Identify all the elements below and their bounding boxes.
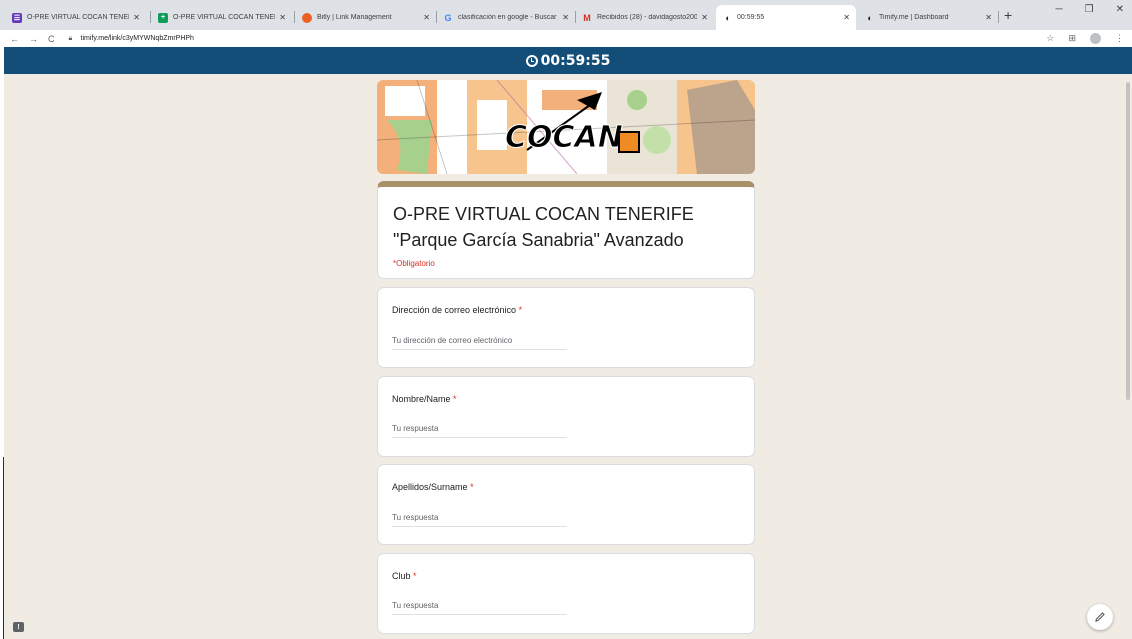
- form-header-banner: COCAN: [377, 80, 755, 174]
- browser-tab-5[interactable]: M Recibidos (28) - davidagosto200 ✕: [576, 5, 714, 30]
- timify-icon: ◖: [866, 12, 872, 23]
- clock-icon: [525, 54, 538, 67]
- timify-icon: ◖: [724, 12, 730, 23]
- browser-tab-7[interactable]: ◖ Timify.me | Dashboard ✕: [858, 5, 998, 30]
- close-icon[interactable]: ✕: [279, 13, 286, 22]
- tab-title: 00:59:55: [737, 14, 765, 21]
- browser-tab-strip: ☰ O-PRE VIRTUAL COCAN TENERIFE ✕ + O-PRE…: [0, 0, 1132, 30]
- question-label: Dirección de correo electrónico *: [392, 305, 522, 315]
- required-star: *: [453, 394, 457, 404]
- tab-title: O-PRE VIRTUAL COCAN TENERIFE: [27, 14, 129, 21]
- tab-separator: [294, 11, 295, 23]
- browser-tab-6-active[interactable]: ◖ 00:59:55 ✕: [716, 5, 856, 30]
- browser-tab-4[interactable]: G clasificación en google - Buscar ✕: [437, 5, 575, 30]
- question-label: Apellidos/Surname *: [392, 482, 474, 492]
- google-forms-icon: ☰: [12, 12, 22, 23]
- question-label-text: Nombre/Name: [392, 394, 451, 404]
- extensions-icon[interactable]: ⊞: [1068, 33, 1076, 44]
- required-star: *: [518, 305, 523, 315]
- cocan-logo-text: COCAN: [505, 120, 623, 155]
- tab-title: clasificación en google - Buscar: [458, 14, 557, 21]
- window-edge-line: [3, 457, 4, 639]
- pencil-icon: [1095, 612, 1105, 622]
- required-star: *: [470, 482, 474, 492]
- required-star: *: [413, 571, 417, 581]
- url-text: timify.me/link/c3yMYWNqbZmrPHPh: [80, 35, 194, 42]
- question-label: Club *: [392, 571, 417, 581]
- orienteering-map-image: COCAN: [377, 80, 755, 174]
- email-field[interactable]: Tu dirección de correo electrónico: [392, 336, 567, 350]
- close-icon[interactable]: ✕: [985, 13, 992, 22]
- bookmark-star-icon[interactable]: ☆: [1046, 33, 1054, 44]
- bitly-icon: [302, 12, 312, 23]
- browser-tab-2[interactable]: + O-PRE VIRTUAL COCAN TENERIFE ✕: [152, 5, 292, 30]
- profile-avatar-icon[interactable]: [1090, 33, 1101, 44]
- question-card-club: Club * Tu respuesta: [377, 553, 755, 634]
- surname-field[interactable]: Tu respuesta: [392, 513, 567, 527]
- google-sheets-icon: +: [158, 12, 168, 23]
- question-card-name: Nombre/Name * Tu respuesta: [377, 376, 755, 457]
- tab-title: Bitly | Link Management: [317, 14, 392, 21]
- feedback-icon[interactable]: !: [13, 622, 24, 632]
- forward-icon[interactable]: →: [29, 34, 38, 44]
- name-field[interactable]: Tu respuesta: [392, 424, 567, 438]
- reload-icon[interactable]: C: [48, 34, 55, 44]
- tab-title: Recibidos (28) - davidagosto200: [597, 14, 698, 21]
- new-tab-button[interactable]: +: [1004, 7, 1012, 23]
- form-title-card: O-PRE VIRTUAL COCAN TENERIFE "Parque Gar…: [377, 181, 755, 279]
- back-icon[interactable]: ←: [10, 34, 19, 44]
- close-icon[interactable]: ✕: [562, 13, 569, 22]
- browser-tab-1[interactable]: ☰ O-PRE VIRTUAL COCAN TENERIFE ✕: [6, 5, 146, 30]
- question-label-text: Club: [392, 571, 411, 581]
- page-scrollbar[interactable]: [1126, 82, 1130, 400]
- tab-separator: [150, 11, 151, 23]
- google-icon: G: [444, 12, 452, 23]
- close-icon[interactable]: ✕: [701, 13, 708, 22]
- tab-title: O-PRE VIRTUAL COCAN TENERIFE: [173, 14, 275, 21]
- lock-icon: 🔒︎: [68, 35, 73, 42]
- form-title: O-PRE VIRTUAL COCAN TENERIFE "Parque Gar…: [393, 201, 694, 253]
- toolbar-actions: ☆ ⊞ ⋮: [1046, 33, 1124, 44]
- countdown-timer-bar: 00:59:55: [4, 47, 1132, 74]
- menu-dots-icon[interactable]: ⋮: [1115, 33, 1124, 44]
- close-window-icon[interactable]: ✕: [1116, 4, 1124, 15]
- question-label-text: Dirección de correo electrónico: [392, 305, 517, 315]
- tab-title: Timify.me | Dashboard: [879, 14, 949, 21]
- form-title-line-1: O-PRE VIRTUAL COCAN TENERIFE: [393, 204, 694, 224]
- form-title-line-2: "Parque García Sanabria" Avanzado: [393, 230, 684, 250]
- tab-separator: [998, 11, 999, 23]
- restore-icon[interactable]: ❐: [1085, 4, 1094, 15]
- close-icon[interactable]: ✕: [843, 13, 850, 22]
- browser-toolbar: ← → C 🔒︎ timify.me/link/c3yMYWNqbZmrPHPh…: [0, 30, 1132, 47]
- question-card-email: Dirección de correo electrónico * Tu dir…: [377, 287, 755, 368]
- question-label-text: Apellidos/Surname: [392, 482, 468, 492]
- close-icon[interactable]: ✕: [133, 13, 140, 22]
- club-field[interactable]: Tu respuesta: [392, 601, 567, 615]
- close-icon[interactable]: ✕: [423, 13, 430, 22]
- edit-fab-button[interactable]: [1087, 604, 1113, 630]
- gmail-icon: M: [583, 12, 591, 23]
- timer-value: 00:59:55: [540, 52, 611, 69]
- question-card-surname: Apellidos/Surname * Tu respuesta: [377, 464, 755, 545]
- address-bar[interactable]: 🔒︎ timify.me/link/c3yMYWNqbZmrPHPh: [69, 35, 194, 42]
- question-label: Nombre/Name *: [392, 394, 457, 404]
- browser-tab-3[interactable]: Bitly | Link Management ✕: [296, 5, 436, 30]
- required-note: *Obligatorio: [393, 259, 435, 268]
- minimize-icon[interactable]: ─: [1056, 4, 1063, 15]
- window-controls: ─ ❐ ✕: [1056, 4, 1124, 15]
